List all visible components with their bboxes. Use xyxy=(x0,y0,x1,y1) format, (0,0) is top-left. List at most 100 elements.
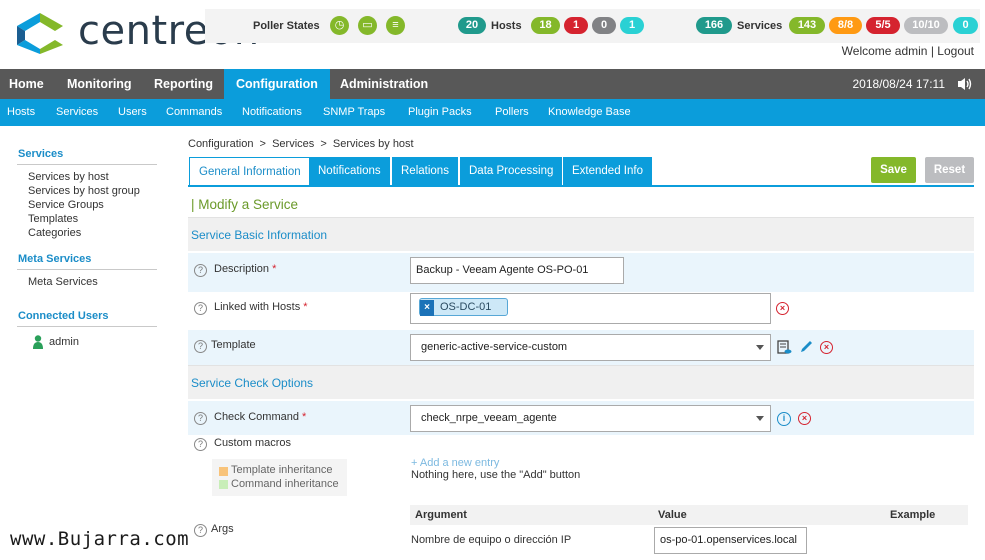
subnav-knowledge-base[interactable]: Knowledge Base xyxy=(548,99,631,126)
edit-template-icon[interactable] xyxy=(799,339,814,354)
help-icon[interactable]: ? xyxy=(194,340,207,353)
section-basic-information: Service Basic Information xyxy=(188,217,974,251)
form-title: | Modify a Service xyxy=(191,197,299,212)
nav-configuration[interactable]: Configuration xyxy=(224,69,330,99)
nav-home[interactable]: Home xyxy=(0,69,56,99)
chevron-down-icon xyxy=(756,345,764,350)
host-chip-label: OS-DC-01 xyxy=(440,301,492,313)
sidebar-divider xyxy=(17,164,157,165)
command-inheritance-swatch xyxy=(219,480,228,489)
sidebar-services-heading: Services xyxy=(18,148,64,160)
arg-value-field[interactable]: os-po-01.openservices.local xyxy=(654,527,807,554)
section-title: Service Check Options xyxy=(191,376,314,390)
poller-status-icon[interactable]: ≡ xyxy=(386,16,405,35)
nav-administration[interactable]: Administration xyxy=(328,69,440,99)
subnav-users[interactable]: Users xyxy=(118,99,147,126)
breadcrumb: Configuration > Services > Services by h… xyxy=(188,138,414,150)
sidebar-item-categories[interactable]: Categories xyxy=(28,227,81,239)
tab-relations[interactable]: Relations xyxy=(392,157,458,185)
services-unknown-badge[interactable]: 10/10 xyxy=(904,17,948,34)
clear-template-icon[interactable]: × xyxy=(820,341,833,354)
services-pending-badge[interactable]: 0 xyxy=(953,17,978,34)
tab-notifications[interactable]: Notifications xyxy=(309,157,390,185)
help-icon[interactable]: ? xyxy=(194,438,207,451)
nav-monitoring[interactable]: Monitoring xyxy=(55,69,144,99)
help-icon[interactable]: ? xyxy=(194,412,207,425)
centreon-logo-icon xyxy=(17,13,63,54)
description-field[interactable]: Backup - Veeam Agente OS-PO-01 xyxy=(410,257,624,284)
subnav-hosts[interactable]: Hosts xyxy=(7,99,35,126)
subnav-pollers[interactable]: Pollers xyxy=(495,99,529,126)
empty-macros-text: Nothing here, use the "Add" button xyxy=(411,469,581,481)
nav-reporting[interactable]: Reporting xyxy=(142,69,225,99)
inheritance-legend: Template inheritance Command inheritance xyxy=(212,459,347,496)
sidebar-item-templates[interactable]: Templates xyxy=(28,213,78,225)
hosts-total-badge[interactable]: 20 xyxy=(458,17,486,34)
subnav-commands[interactable]: Commands xyxy=(166,99,222,126)
template-value: generic-active-service-custom xyxy=(421,341,568,353)
remove-chip-icon[interactable]: × xyxy=(420,300,434,316)
add-entry-link[interactable]: + Add a new entry xyxy=(411,457,499,469)
hosts-unreachable-badge[interactable]: 0 xyxy=(592,17,616,34)
clear-hosts-icon[interactable]: × xyxy=(776,302,789,315)
linked-hosts-label: Linked with Hosts * xyxy=(214,301,308,313)
arg-name: Nombre de equipo o dirección IP xyxy=(411,534,572,546)
header: centreon Poller States ◷ ▭ ≡ 20 Hosts 18… xyxy=(0,0,985,69)
chevron-down-icon xyxy=(756,416,764,421)
help-icon[interactable]: ? xyxy=(194,524,207,537)
user-icon xyxy=(33,335,43,349)
args-col-value: Value xyxy=(658,509,687,521)
poller-states-label: Poller States xyxy=(253,20,320,32)
info-icon[interactable]: i xyxy=(777,412,791,426)
subnav-services[interactable]: Services xyxy=(56,99,98,126)
args-col-example: Example xyxy=(890,509,936,521)
description-label: Description * xyxy=(214,263,277,275)
template-select[interactable]: generic-active-service-custom xyxy=(410,334,771,361)
sidebar-item-services-by-host[interactable]: Services by host xyxy=(28,171,109,183)
section-title: Service Basic Information xyxy=(191,228,328,242)
services-critical-badge[interactable]: 5/5 xyxy=(866,17,900,34)
hosts-up-badge[interactable]: 18 xyxy=(531,17,560,34)
welcome-text: Welcome admin xyxy=(841,44,928,58)
section-check-options: Service Check Options xyxy=(188,365,974,399)
check-command-label: Check Command * xyxy=(214,411,307,423)
sidebar-item-service-groups[interactable]: Service Groups xyxy=(28,199,104,211)
user-info: Welcome admin | Logout xyxy=(842,44,974,58)
subnav-snmp-traps[interactable]: SNMP Traps xyxy=(323,99,385,126)
check-command-select[interactable]: check_nrpe_veeam_agente xyxy=(410,405,771,432)
hosts-down-badge[interactable]: 1 xyxy=(564,17,588,34)
template-inheritance-label: Template inheritance xyxy=(231,464,333,476)
args-col-argument: Argument xyxy=(415,509,467,521)
services-total-badge[interactable]: 166 xyxy=(696,17,732,34)
linked-hosts-field[interactable]: × OS-DC-01 xyxy=(410,293,771,324)
tab-general-information[interactable]: General Information xyxy=(189,157,311,187)
sound-icon[interactable] xyxy=(957,77,973,91)
reset-button[interactable]: Reset xyxy=(925,157,974,183)
tab-extended-info[interactable]: Extended Info xyxy=(563,157,652,185)
clear-command-icon[interactable]: × xyxy=(798,412,811,425)
sidebar-meta-heading: Meta Services xyxy=(18,253,92,265)
help-icon[interactable]: ? xyxy=(194,302,207,315)
check-command-value: check_nrpe_veeam_agente xyxy=(421,412,557,424)
sidebar-item-meta-services[interactable]: Meta Services xyxy=(28,276,98,288)
hosts-pending-badge[interactable]: 1 xyxy=(620,17,644,34)
tab-data-processing[interactable]: Data Processing xyxy=(460,157,563,185)
logout-link[interactable]: Logout xyxy=(937,44,974,58)
help-icon[interactable]: ? xyxy=(194,264,207,277)
poller-database-icon[interactable]: ▭ xyxy=(358,16,377,35)
subnav-notifications[interactable]: Notifications xyxy=(242,99,302,126)
subnav-plugin-packs[interactable]: Plugin Packs xyxy=(408,99,472,126)
template-label: Template xyxy=(211,339,256,351)
connected-user-admin: admin xyxy=(49,336,79,348)
services-warning-badge[interactable]: 8/8 xyxy=(829,17,862,34)
sidebar-item-services-by-host-group[interactable]: Services by host group xyxy=(28,185,140,197)
tab-underline xyxy=(188,185,974,187)
view-template-icon[interactable] xyxy=(777,340,792,355)
services-ok-badge[interactable]: 143 xyxy=(789,17,825,34)
poller-latency-icon[interactable]: ◷ xyxy=(330,16,349,35)
hosts-label: Hosts xyxy=(491,20,522,32)
save-button[interactable]: Save xyxy=(871,157,916,183)
args-label: Args xyxy=(211,523,234,535)
sub-nav: Hosts Services Users Commands Notificati… xyxy=(0,99,985,126)
user-separator: | xyxy=(930,44,934,58)
